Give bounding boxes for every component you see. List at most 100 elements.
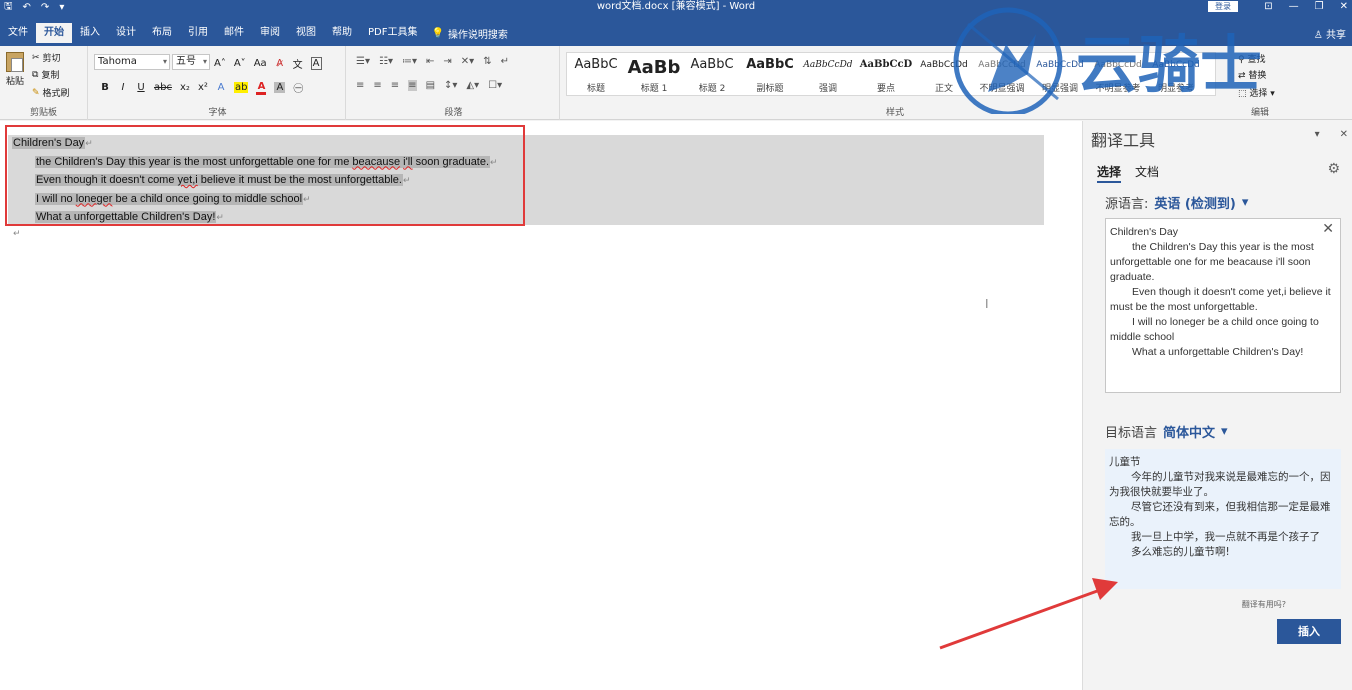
tab-selection[interactable]: 选择 [1097,163,1122,183]
style-subtitle[interactable]: AaBbC 副标题 [741,53,799,95]
insert-button[interactable]: 插入 [1277,619,1341,644]
numbering-icon[interactable]: ☷▾ [379,56,393,67]
borders-icon[interactable]: ☐▾ [488,80,502,91]
font-size-tools: A˄ A˅ Aa A̷ 文 A [214,56,322,71]
enclose-char-icon[interactable]: ㊀ [293,80,303,95]
clear-format-icon[interactable]: A̷ [275,58,285,69]
justify-icon[interactable]: ≡ [408,80,417,91]
tab-pdf-tools[interactable]: PDF工具集 [360,23,425,43]
search-icon: ⚲ [1238,55,1245,65]
share-button[interactable]: ♙ 共享 [1314,26,1346,41]
tab-review[interactable]: 审阅 [252,23,288,43]
login-button[interactable]: 登录 [1208,1,1238,12]
style-strong[interactable]: AaBbCcD 要点 [857,53,915,95]
bullets-icon[interactable]: ☰▾ [356,56,370,67]
chinese-layout-icon[interactable]: ✕▾ [461,56,474,67]
cut-button[interactable]: ✂ 剪切 [32,51,61,65]
clear-source-icon[interactable]: ✕ [1322,221,1334,236]
source-language-label: 源语言: [1105,197,1149,212]
gear-icon[interactable]: ⚙ [1327,161,1340,177]
copy-button[interactable]: ⧉ 复制 [32,68,59,82]
decrease-indent-icon[interactable]: ⇤ [426,56,434,67]
subscript-icon[interactable]: x₂ [180,82,190,93]
sort-icon[interactable]: ⇅ [483,56,491,67]
highlight-icon[interactable]: ab [233,82,249,93]
target-language-row: 目标语言 简体中文 ▾ [1105,422,1228,441]
shading-icon[interactable]: ◭▾ [466,80,479,91]
chevron-down-icon[interactable]: ▾ [1221,424,1228,439]
ribbon-display-options-icon[interactable]: ⊡ [1264,0,1272,14]
tab-mailings[interactable]: 邮件 [216,23,252,43]
close-icon[interactable]: ✕ [1340,0,1348,14]
font-color-icon[interactable]: A [256,81,267,95]
target-language-select[interactable]: 简体中文 [1163,422,1215,441]
grow-font-icon[interactable]: A˄ [214,58,226,69]
text-effects-icon[interactable]: A [216,82,226,93]
align-right-icon[interactable]: ≡ [391,80,399,91]
style-name: 标题 1 [640,84,668,94]
format-painter-button[interactable]: ✎ 格式刷 [32,86,70,100]
underline-icon[interactable]: U [136,82,146,93]
chevron-down-icon[interactable]: ▾ [1242,195,1249,210]
phonetic-guide-icon[interactable]: 文 [293,56,303,71]
source-language-select[interactable]: 英语 (检测到) [1154,193,1235,212]
style-subtle-reference[interactable]: AaBbCcDd 不明显参考 [1089,53,1147,95]
pane-options-icon[interactable]: ▾ [1315,129,1320,140]
paste-icon [6,52,24,72]
style-heading-2[interactable]: AaBbC 标题 2 [683,53,741,95]
tab-home[interactable]: 开始 [36,23,72,43]
change-case-icon[interactable]: Aa [254,58,267,69]
style-subtle-emphasis[interactable]: AaBbCcDd 不明显强调 [973,53,1031,95]
target-language-label: 目标语言 [1105,426,1158,441]
style-title[interactable]: AaBbC 标题 [567,53,625,95]
distributed-icon[interactable]: ▤ [426,80,435,91]
style-intense-reference[interactable]: AaBbCcDd 明显参考 [1147,53,1205,95]
char-border-icon[interactable]: A [310,57,322,70]
style-emphasis[interactable]: AaBbCcDd 强调 [799,53,857,95]
font-group: Tahoma ▾ 五号 ▾ A˄ A˅ Aa A̷ 文 A B I U abc x₂… [90,46,346,120]
increase-indent-icon[interactable]: ⇥ [443,56,451,67]
source-line: What a unforgettable Children's Day! [1132,346,1304,358]
restore-icon[interactable]: ❐ [1315,0,1324,14]
minimize-icon[interactable]: — [1289,0,1299,14]
undo-icon[interactable]: ↶ [23,2,31,13]
font-size-select[interactable]: 五号 ▾ [172,54,210,70]
line-spacing-icon[interactable]: ↕▾ [444,80,457,91]
tab-references[interactable]: 引用 [180,23,216,43]
bold-icon[interactable]: B [100,82,110,93]
document-canvas[interactable]: Children's Day↵ the Children's Day this … [0,121,1082,690]
format-painter-label: 格式刷 [42,89,70,99]
feedback-link[interactable]: 翻译有用吗? [1242,599,1286,610]
tab-document[interactable]: 文档 [1135,163,1159,183]
tab-layout[interactable]: 布局 [144,23,180,43]
tab-design[interactable]: 设计 [108,23,144,43]
italic-icon[interactable]: I [118,82,128,93]
align-center-icon[interactable]: ≡ [373,80,381,91]
style-heading-1[interactable]: AaBb 标题 1 [625,53,683,95]
align-left-icon[interactable]: ≡ [356,80,364,91]
shrink-font-icon[interactable]: A˅ [234,58,246,69]
pane-close-icon[interactable]: ✕ [1340,129,1348,140]
select-label: 选择 [1249,89,1268,99]
tab-view[interactable]: 视图 [288,23,324,43]
font-name-select[interactable]: Tahoma ▾ [94,54,170,70]
style-normal[interactable]: AaBbCcDd 正文 [915,53,973,95]
strikethrough-icon[interactable]: abc [154,82,172,93]
select-button[interactable]: ⬚ 选择 ▾ [1238,86,1275,99]
replace-button[interactable]: ⇄ 替换 [1238,68,1266,81]
redo-icon[interactable]: ↷ [41,2,49,13]
tab-help[interactable]: 帮助 [324,23,360,43]
style-intense-emphasis[interactable]: AaBbCcDd 明显强调 [1031,53,1089,95]
paste-button[interactable]: 粘贴 [2,50,28,94]
superscript-icon[interactable]: x² [198,82,208,93]
source-text-box[interactable]: ✕ Children's Day the Children's Day this… [1105,218,1341,393]
show-marks-icon[interactable]: ↵ [501,56,509,67]
tab-file[interactable]: 文件 [0,23,36,43]
tell-me-search[interactable]: 💡 操作说明搜索 [425,26,507,41]
tab-insert[interactable]: 插入 [72,23,108,43]
customize-qat-icon[interactable]: ▾ [59,2,64,13]
select-icon: ⬚ [1238,89,1247,99]
find-button[interactable]: ⚲ 查找 [1238,52,1265,65]
char-shading-icon[interactable]: A [274,82,286,93]
multilevel-list-icon[interactable]: ≔▾ [402,56,417,67]
